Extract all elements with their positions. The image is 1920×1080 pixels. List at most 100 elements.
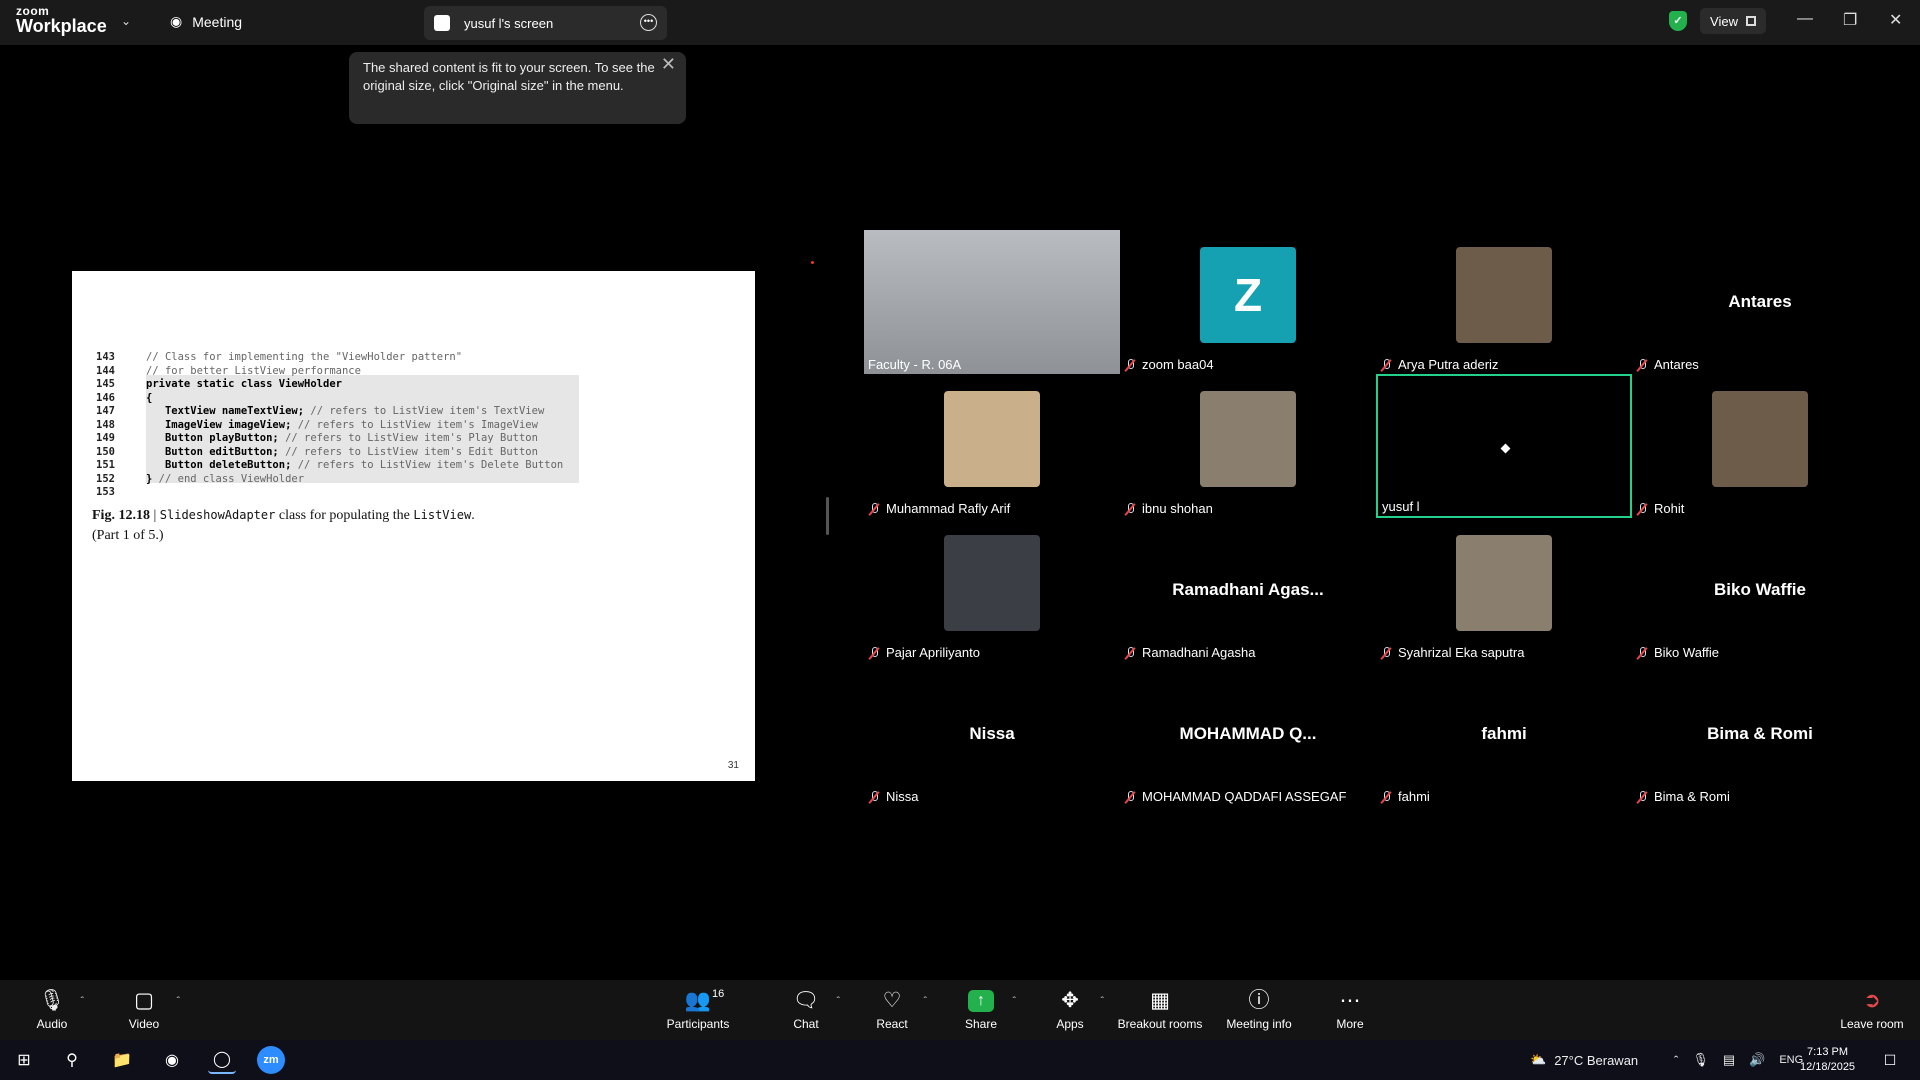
- mic-muted-icon: [1124, 502, 1136, 515]
- participant-name: Ramadhani Agasha: [1142, 645, 1256, 660]
- code-listing: 143 // Class for implementing the "ViewHo…: [96, 351, 579, 500]
- breakout-rooms-button[interactable]: ▦ Breakout rooms: [1116, 980, 1204, 1040]
- close-icon[interactable]: ✕: [661, 55, 676, 73]
- audio-button[interactable]: 🎙 Audio ˆ: [34, 980, 84, 1040]
- participant-name: Arya Putra aderiz: [1398, 357, 1499, 372]
- line-number: 144: [96, 364, 115, 377]
- leave-room-button[interactable]: ➲ Leave room: [1840, 980, 1904, 1040]
- chevron-up-icon[interactable]: ˆ: [1674, 1053, 1678, 1068]
- participant-name: ibnu shohan: [1142, 501, 1213, 516]
- avatar: [944, 390, 1040, 487]
- video-button[interactable]: ▢ Video ˆ: [126, 980, 180, 1040]
- code-text: Button editButton;: [146, 445, 286, 458]
- participant-name: Bima & Romi: [1654, 789, 1730, 804]
- windows-taskbar: ⊞ ⚲ 📁 ◉ ◯ zm ⛅ 27°C Berawan ˆ 🎙 ▤ 🔊 ENG …: [0, 1040, 1920, 1080]
- code-comment: // refers to ListView item's Play Button: [285, 432, 538, 444]
- participants-icon: 👥: [684, 988, 712, 1012]
- avatar: [1456, 534, 1552, 631]
- participant-tile[interactable]: Faculty - R. 06A: [864, 230, 1120, 374]
- code-line: 145 private static class ViewHolder: [96, 378, 563, 392]
- meeting-tab[interactable]: ◉ Meeting: [170, 13, 242, 30]
- chevron-up-icon[interactable]: ˆ: [837, 996, 840, 1007]
- minimize-icon[interactable]: —: [1797, 10, 1813, 28]
- clock[interactable]: 7:13 PM 12/18/2025: [1800, 1045, 1855, 1075]
- line-number: 143: [96, 351, 115, 363]
- participant-tile[interactable]: fahmi fahmi: [1376, 662, 1632, 806]
- mic-muted-icon: [1636, 502, 1648, 515]
- chevron-up-icon[interactable]: ˆ: [177, 996, 180, 1007]
- system-tray: ˆ 🎙 ▤ 🔊 ENG: [1674, 1040, 1803, 1080]
- search-icon[interactable]: ⚲: [58, 1046, 86, 1074]
- participant-tile[interactable]: ibnu shohan: [1120, 374, 1376, 518]
- shared-screen-tab[interactable]: yusuf l's screen •••: [424, 6, 667, 40]
- participant-tile[interactable]: Bima & Romi Bima & Romi: [1632, 662, 1888, 806]
- avatar: [1456, 246, 1552, 343]
- weather-widget[interactable]: ⛅ 27°C Berawan: [1530, 1040, 1638, 1080]
- network-icon[interactable]: ▤: [1723, 1052, 1735, 1068]
- volume-icon[interactable]: 🔊: [1749, 1052, 1765, 1068]
- close-icon[interactable]: ✕: [1889, 10, 1902, 30]
- participant-name: Antares: [1654, 357, 1699, 372]
- participant-tile[interactable]: Antares Antares: [1632, 230, 1888, 374]
- chevron-up-icon[interactable]: ˆ: [1101, 996, 1104, 1007]
- encryption-shield-icon[interactable]: ✓: [1669, 11, 1687, 31]
- page-number: 31: [727, 760, 739, 771]
- microphone-icon[interactable]: 🎙: [1692, 1052, 1709, 1068]
- code-line: 151 Button deleteButton; // refers to Li…: [96, 459, 563, 473]
- chat-icon: 🗨: [792, 988, 820, 1012]
- video-feed: [864, 230, 1120, 374]
- code-text: ImageView imageView;: [146, 418, 298, 431]
- participant-tile[interactable]: Pajar Apriliyanto: [864, 518, 1120, 662]
- windows-start-icon[interactable]: ⊞: [10, 1046, 38, 1074]
- view-splitter-handle[interactable]: [826, 497, 829, 535]
- chevron-up-icon[interactable]: ˆ: [924, 996, 927, 1007]
- chevron-down-icon[interactable]: ⌄: [121, 14, 131, 28]
- more-button[interactable]: ⋯ More: [1334, 980, 1366, 1040]
- share-button[interactable]: ↑ Share ˆ: [964, 980, 1016, 1040]
- camera-app-icon[interactable]: ◉: [158, 1046, 186, 1074]
- zoom-logo[interactable]: zoom Workplace: [16, 5, 107, 35]
- participant-name-label: Nissa: [868, 789, 919, 804]
- apps-button[interactable]: ✥ Apps ˆ: [1054, 980, 1104, 1040]
- participant-name-label: yusuf l: [1382, 499, 1420, 514]
- participant-tile[interactable]: Ramadhani Agas... Ramadhani Agasha: [1120, 518, 1376, 662]
- chat-button[interactable]: 🗨 Chat ˆ: [790, 980, 840, 1040]
- view-button[interactable]: View: [1700, 8, 1766, 34]
- react-button[interactable]: ♡ React ˆ: [875, 980, 927, 1040]
- participant-tile[interactable]: Biko Waffie Biko Waffie: [1632, 518, 1888, 662]
- code-text: {: [146, 391, 153, 404]
- meeting-info-button[interactable]: ⓘ Meeting info: [1224, 980, 1294, 1040]
- participant-tile[interactable]: Zzoom baa04: [1120, 230, 1376, 374]
- shared-screen-view[interactable]: 143 // Class for implementing the "ViewHo…: [6, 254, 821, 781]
- participant-tile[interactable]: Rohit: [1632, 374, 1888, 518]
- participant-display-name: Antares: [1728, 292, 1792, 311]
- file-explorer-icon[interactable]: 📁: [108, 1046, 136, 1074]
- participant-tile[interactable]: MOHAMMAD Q... MOHAMMAD QADDAFI ASSEGAF: [1120, 662, 1376, 806]
- participant-tile[interactable]: Nissa Nissa: [864, 662, 1120, 806]
- zoom-taskbar-icon[interactable]: zm: [257, 1046, 285, 1074]
- notification-icon[interactable]: ☐: [1876, 1046, 1904, 1074]
- weather-icon: ⛅: [1530, 1052, 1547, 1067]
- participant-tile[interactable]: Arya Putra aderiz: [1376, 230, 1632, 374]
- line-number: 147: [96, 405, 115, 417]
- chevron-up-icon[interactable]: ˆ: [81, 996, 84, 1007]
- participant-tile[interactable]: Muhammad Rafly Arif: [864, 374, 1120, 518]
- line-number: 148: [96, 418, 115, 431]
- line-number: 149: [96, 432, 115, 444]
- participants-button[interactable]: 👥 Participants 16: [664, 980, 732, 1040]
- participant-name-label: ibnu shohan: [1124, 501, 1213, 516]
- mic-muted-icon: [1380, 790, 1392, 803]
- more-options-icon[interactable]: •••: [640, 14, 657, 31]
- participant-name: zoom baa04: [1142, 357, 1214, 372]
- chrome-icon[interactable]: ◯: [208, 1046, 236, 1074]
- participant-display-name: Nissa: [969, 724, 1015, 743]
- letter-avatar: Z: [1200, 246, 1296, 343]
- participant-tile[interactable]: yusuf l: [1376, 374, 1632, 518]
- chevron-up-icon[interactable]: ˆ: [1013, 996, 1016, 1007]
- participant-display-name: Bima & Romi: [1707, 724, 1813, 743]
- code-line: 152} // end class ViewHolder: [96, 473, 563, 487]
- code-text: TextView nameTextView;: [146, 405, 311, 417]
- participant-tile[interactable]: Syahrizal Eka saputra: [1376, 518, 1632, 662]
- meeting-toolbar: 🎙 Audio ˆ ▢ Video ˆ 👥 Participants 16 🗨 …: [0, 980, 1920, 1040]
- restore-icon[interactable]: ❐: [1843, 10, 1857, 30]
